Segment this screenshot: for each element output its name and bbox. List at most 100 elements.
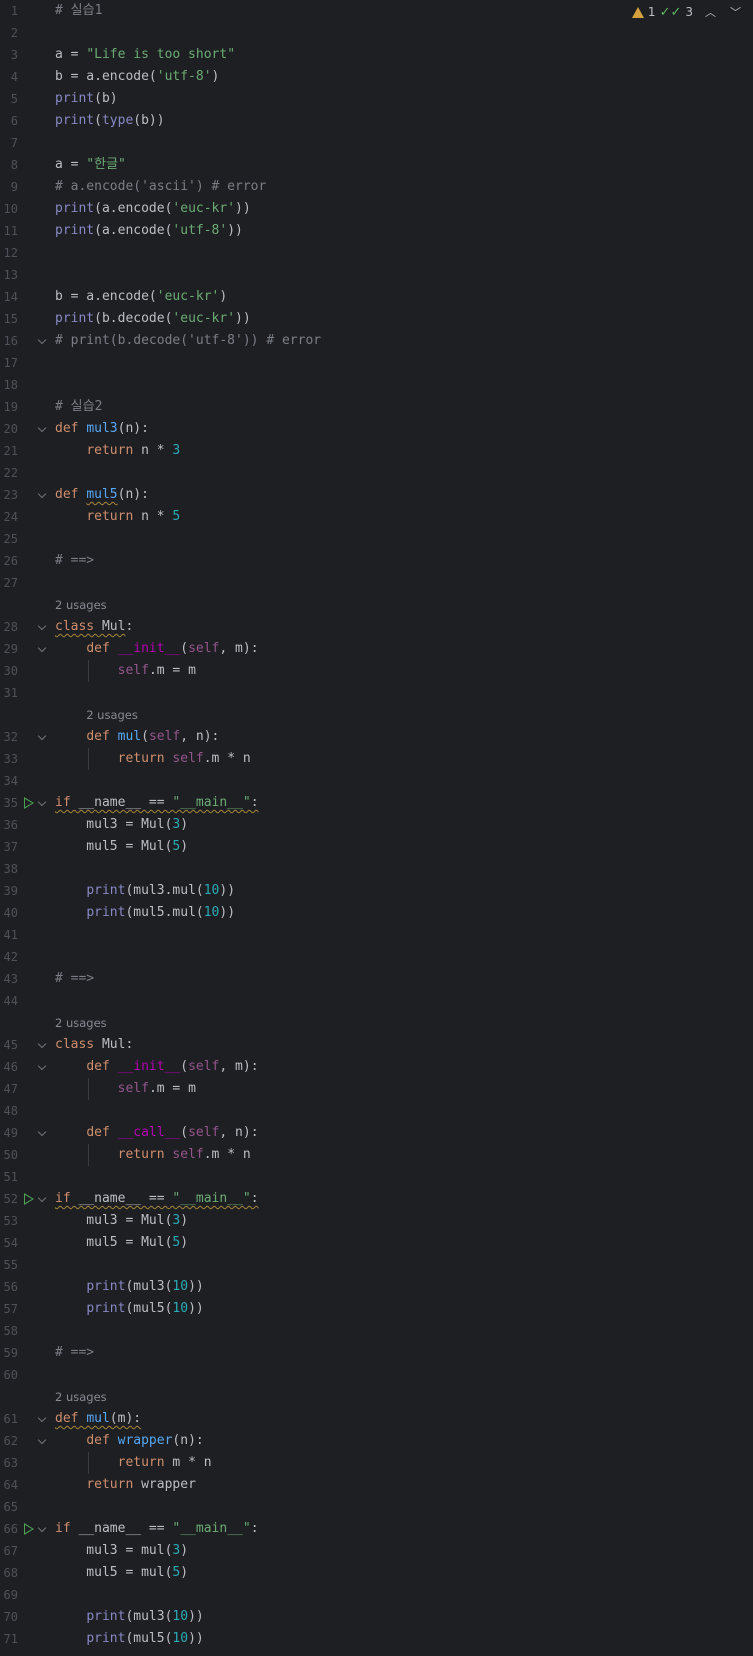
code-line[interactable]: 33 return self.m * n — [0, 748, 753, 770]
code-line[interactable]: 19 # 실습2 — [0, 396, 753, 418]
code-line[interactable]: 23 def mul5(n): mul5 — [0, 484, 753, 506]
code-line[interactable]: 11 print(a.encode('utf-8')) — [0, 220, 753, 242]
code-line[interactable]: 28 class Mul:class Mul — [0, 616, 753, 638]
usages-hint[interactable]: 2 usages — [0, 1386, 753, 1408]
code-line[interactable]: 58 — [0, 1320, 753, 1342]
code-line[interactable]: 35 if __name__ == "__main__":if __name__ … — [0, 792, 753, 814]
code-line[interactable]: 7 — [0, 132, 753, 154]
code-line[interactable]: 12 — [0, 242, 753, 264]
fold-chevron-icon[interactable] — [37, 621, 47, 631]
code-line[interactable]: 61 def mul(m):def mul(m): — [0, 1408, 753, 1430]
usages-hint-text[interactable]: 2 usages — [55, 594, 107, 616]
run-icon[interactable] — [24, 797, 34, 809]
code-line[interactable]: 66 if __name__ == "__main__": — [0, 1518, 753, 1540]
code-line[interactable]: 2 — [0, 22, 753, 44]
code-line[interactable]: 51 — [0, 1166, 753, 1188]
code-line[interactable]: 38 — [0, 858, 753, 880]
code-line[interactable]: 71 print(mul5(10)) — [0, 1628, 753, 1650]
fold-chevron-icon[interactable] — [37, 423, 47, 433]
fold-chevron-icon[interactable] — [37, 1039, 47, 1049]
code-line[interactable]: 30 self.m = m — [0, 660, 753, 682]
run-icon[interactable] — [24, 1193, 34, 1205]
fold-chevron-icon[interactable] — [37, 797, 47, 807]
code-line[interactable]: 39 print(mul3.mul(10)) — [0, 880, 753, 902]
code-line[interactable]: 40 print(mul5.mul(10)) — [0, 902, 753, 924]
code-line[interactable]: 45 class Mul: — [0, 1034, 753, 1056]
code-line[interactable]: 53 mul3 = Mul(3) — [0, 1210, 753, 1232]
run-icon[interactable] — [24, 1523, 34, 1535]
code-line[interactable]: 69 — [0, 1584, 753, 1606]
fold-chevron-icon[interactable] — [37, 1523, 47, 1533]
code-line[interactable]: 3 a = "Life is too short" — [0, 44, 753, 66]
code-line[interactable]: 22 — [0, 462, 753, 484]
usages-hint[interactable]: 2 usages — [0, 594, 753, 616]
code-line[interactable]: 21 return n * 3 — [0, 440, 753, 462]
code-line[interactable]: 32 def mul(self, n): — [0, 726, 753, 748]
code-line[interactable]: 9 # a.encode('ascii') # error — [0, 176, 753, 198]
code-line[interactable]: 8 a = "한글" — [0, 154, 753, 176]
code-line[interactable]: 48 — [0, 1100, 753, 1122]
code-line[interactable]: 13 — [0, 264, 753, 286]
code-line[interactable]: 34 — [0, 770, 753, 792]
check-icon[interactable]: ✓✓ — [660, 5, 682, 20]
code-line[interactable]: 4 b = a.encode('utf-8') — [0, 66, 753, 88]
code-line[interactable]: 68 mul5 = mul(5) — [0, 1562, 753, 1584]
code-line[interactable]: 17 — [0, 352, 753, 374]
code-line[interactable]: 46 def __init__(self, m): — [0, 1056, 753, 1078]
code-line[interactable]: 5 print(b) — [0, 88, 753, 110]
code-line[interactable]: 25 — [0, 528, 753, 550]
usages-hint[interactable]: 2 usages — [0, 704, 753, 726]
code-line[interactable]: 29 def __init__(self, m): — [0, 638, 753, 660]
check-count[interactable]: 3 — [685, 5, 693, 19]
code-line[interactable]: 10 print(a.encode('euc-kr')) — [0, 198, 753, 220]
chevron-down-icon[interactable]: ﹀ — [730, 4, 741, 20]
code-line[interactable]: 44 — [0, 990, 753, 1012]
fold-chevron-icon[interactable] — [37, 1435, 47, 1445]
code-line[interactable]: 57 print(mul5(10)) — [0, 1298, 753, 1320]
usages-hint-text[interactable]: 2 usages — [55, 1012, 107, 1034]
code-line[interactable]: 43 # ==> — [0, 968, 753, 990]
code-line[interactable]: 59 # ==> — [0, 1342, 753, 1364]
inspection-widget[interactable]: 1 ✓✓ 3 ︿ ﹀ — [631, 3, 741, 21]
fold-chevron-icon[interactable] — [37, 489, 47, 499]
code-line[interactable]: 65 — [0, 1496, 753, 1518]
code-line[interactable]: 47 self.m = m — [0, 1078, 753, 1100]
chevron-up-icon[interactable]: ︿ — [705, 4, 716, 20]
warning-count[interactable]: 1 — [648, 5, 656, 19]
code-editor[interactable]: 1 # 실습1 2 3 a = "Life is too short" 4 b = a.en… — [0, 0, 753, 1656]
warning-icon[interactable] — [631, 6, 644, 18]
code-line[interactable]: 18 — [0, 374, 753, 396]
fold-chevron-icon[interactable] — [37, 643, 47, 653]
code-line[interactable]: 55 — [0, 1254, 753, 1276]
code-line[interactable]: 6 print(type(b)) — [0, 110, 753, 132]
code-line[interactable]: 16 # print(b.decode('utf-8')) # error — [0, 330, 753, 352]
code-line[interactable]: 67 mul3 = mul(3) — [0, 1540, 753, 1562]
code-line[interactable]: 41 — [0, 924, 753, 946]
code-line[interactable]: 56 print(mul3(10)) — [0, 1276, 753, 1298]
fold-chevron-icon[interactable] — [37, 335, 47, 345]
fold-chevron-icon[interactable] — [37, 1413, 47, 1423]
code-line[interactable]: 49 def __call__(self, n): — [0, 1122, 753, 1144]
code-line[interactable]: 20 def mul3(n): — [0, 418, 753, 440]
usages-hint-text[interactable]: 2 usages — [55, 1386, 107, 1408]
code-line[interactable]: 27 — [0, 572, 753, 594]
code-line[interactable]: 15 print(b.decode('euc-kr')) — [0, 308, 753, 330]
code-line[interactable]: 64 return wrapper — [0, 1474, 753, 1496]
fold-chevron-icon[interactable] — [37, 731, 47, 741]
code-line[interactable]: 14 b = a.encode('euc-kr') — [0, 286, 753, 308]
code-line[interactable]: 60 — [0, 1364, 753, 1386]
code-line[interactable]: 37 mul5 = Mul(5) — [0, 836, 753, 858]
usages-hint-text[interactable]: 2 usages — [86, 704, 138, 726]
code-line[interactable]: 63 return m * n — [0, 1452, 753, 1474]
code-line[interactable]: 54 mul5 = Mul(5) — [0, 1232, 753, 1254]
code-line[interactable]: 24 return n * 5 — [0, 506, 753, 528]
fold-chevron-icon[interactable] — [37, 1061, 47, 1071]
code-line[interactable]: 52 if __name__ == "__main__":if __name__ … — [0, 1188, 753, 1210]
code-line[interactable]: 42 — [0, 946, 753, 968]
code-line[interactable]: 26 # ==> — [0, 550, 753, 572]
usages-hint[interactable]: 2 usages — [0, 1012, 753, 1034]
code-line[interactable]: 70 print(mul3(10)) — [0, 1606, 753, 1628]
fold-chevron-icon[interactable] — [37, 1193, 47, 1203]
code-line[interactable]: 50 return self.m * n — [0, 1144, 753, 1166]
code-line[interactable]: 31 — [0, 682, 753, 704]
